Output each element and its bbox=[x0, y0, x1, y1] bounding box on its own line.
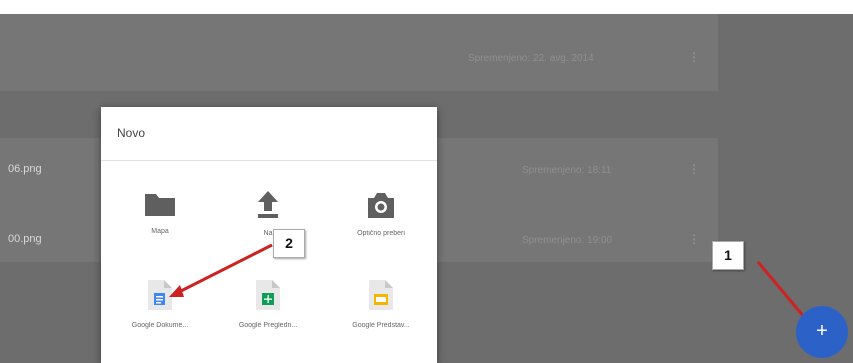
callout-step-2: 2 bbox=[273, 229, 305, 258]
callout-step-1: 1 bbox=[712, 241, 744, 270]
annotation-arrows bbox=[169, 243, 815, 330]
arrow-to-docs-head bbox=[169, 285, 184, 297]
new-fab-button[interactable]: + bbox=[796, 306, 848, 358]
plus-icon: + bbox=[816, 320, 828, 342]
arrow-to-docs bbox=[176, 243, 273, 295]
